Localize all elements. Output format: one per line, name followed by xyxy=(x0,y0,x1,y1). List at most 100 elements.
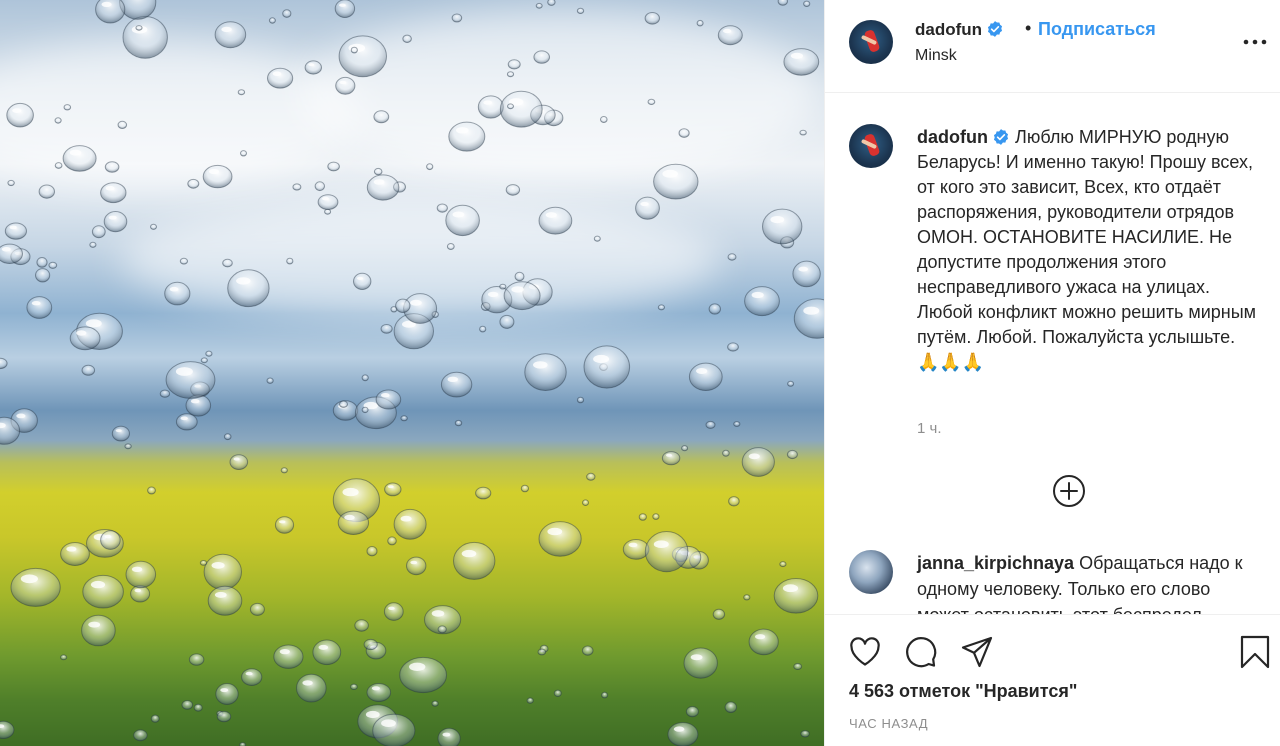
raindrop-highlight xyxy=(447,376,459,382)
commenter-avatar[interactable] xyxy=(849,550,893,594)
raindrop xyxy=(150,714,160,723)
raindrop xyxy=(395,298,411,313)
raindrop-highlight xyxy=(628,542,638,548)
raindrop xyxy=(304,60,322,75)
raindrop-highlight xyxy=(381,719,396,727)
plus-circle-icon[interactable] xyxy=(1051,473,1087,509)
raindrop-highlight xyxy=(12,108,22,113)
raindrop-highlight xyxy=(487,291,499,298)
raindrop-highlight xyxy=(344,514,355,521)
raindrop xyxy=(728,496,740,507)
raindrop xyxy=(159,389,171,398)
raindrop xyxy=(274,516,295,534)
raindrop xyxy=(499,283,507,290)
raindrop-highlight xyxy=(105,185,115,191)
raindrop xyxy=(708,303,721,315)
raindrop xyxy=(0,720,15,739)
raindrop-highlight xyxy=(461,549,477,558)
heart-icon[interactable] xyxy=(847,634,883,670)
raindrop-highlight xyxy=(115,429,122,433)
bookmark-icon[interactable] xyxy=(1237,634,1273,670)
raindrop xyxy=(82,574,124,609)
raindrop-highlight xyxy=(456,127,469,134)
raindrop-highlight xyxy=(653,540,669,548)
raindrop-highlight xyxy=(371,686,380,691)
share-icon[interactable] xyxy=(959,634,995,670)
raindrop-highlight xyxy=(236,277,251,285)
caption-username[interactable]: dadofun xyxy=(917,127,988,147)
raindrop xyxy=(793,663,803,670)
raindrop xyxy=(200,357,208,364)
raindrop xyxy=(188,653,205,666)
raindrop-highlight xyxy=(279,649,290,655)
raindrop xyxy=(601,691,609,699)
follow-button[interactable]: Подписаться xyxy=(1038,19,1156,40)
posted-time[interactable]: ЧАС НАЗАД xyxy=(849,716,928,731)
raindrop xyxy=(268,17,276,24)
raindrop xyxy=(524,353,567,392)
raindrop xyxy=(792,260,821,288)
raindrop-highlight xyxy=(85,319,102,328)
raindrop xyxy=(4,222,27,240)
raindrop-highlight xyxy=(666,453,672,457)
raindrop xyxy=(314,181,325,192)
raindrop xyxy=(454,419,463,427)
post-photo[interactable] xyxy=(0,0,824,746)
raindrop xyxy=(187,178,200,189)
raindrop xyxy=(89,241,97,248)
raindrop xyxy=(35,268,51,283)
raindrop xyxy=(117,120,128,130)
raindrop xyxy=(133,729,148,742)
raindrop xyxy=(203,553,243,591)
raindrop xyxy=(296,673,327,703)
comment-icon[interactable] xyxy=(903,634,939,670)
raindrop xyxy=(215,683,239,705)
raindrop-highlight xyxy=(211,562,225,569)
raindrop xyxy=(60,542,90,566)
raindrop-highlight xyxy=(790,52,804,59)
raindrop xyxy=(678,128,690,138)
raindrop xyxy=(266,377,274,384)
raindrop xyxy=(724,701,737,714)
raindrop-highlight xyxy=(696,368,708,374)
comment-username[interactable]: janna_kirpichnaya xyxy=(917,553,1074,573)
caption-time[interactable]: 1 ч. xyxy=(917,420,942,437)
raindrop xyxy=(583,345,631,389)
raindrop xyxy=(799,129,807,136)
raindrop-highlight xyxy=(279,520,286,524)
raindrop-highlight xyxy=(322,196,329,201)
raindrop xyxy=(193,703,203,712)
raindrop-highlight xyxy=(134,588,142,593)
raindrop xyxy=(705,420,716,429)
raindrop xyxy=(48,261,58,269)
raindrop xyxy=(380,324,393,334)
raindrop xyxy=(81,614,116,647)
raindrop-highlight xyxy=(339,80,347,85)
raindrop-highlight xyxy=(180,416,188,421)
raindrop xyxy=(334,0,356,18)
post-location[interactable]: Minsk xyxy=(915,47,957,65)
raindrop-highlight xyxy=(169,286,179,292)
raindrop xyxy=(103,211,128,233)
likes-count[interactable]: 4 563 отметок "Нравится" xyxy=(849,681,1077,702)
comments-area[interactable]: dadofun Люблю МИРНУЮ родную Беларусь! И … xyxy=(825,94,1280,614)
author-username[interactable]: dadofun xyxy=(915,20,982,39)
more-options-icon[interactable] xyxy=(1241,30,1269,54)
raindrop xyxy=(0,243,23,264)
raindrop xyxy=(688,362,723,391)
raindrop xyxy=(653,163,699,200)
raindrop xyxy=(361,406,369,414)
author-avatar[interactable] xyxy=(849,20,893,64)
comment-item: janna_kirpichnaya Обращаться надо к одно… xyxy=(917,550,1267,614)
caption-author-avatar[interactable] xyxy=(849,124,893,168)
raindrop xyxy=(125,560,157,589)
raindrop-highlight xyxy=(431,610,445,617)
raindrop xyxy=(514,271,525,282)
raindrop xyxy=(451,13,463,23)
raindrop xyxy=(600,116,608,123)
raindrop xyxy=(150,223,157,230)
raindrop-highlight xyxy=(108,215,117,220)
raindrop-highlight xyxy=(214,591,227,598)
raindrop xyxy=(696,19,704,27)
raindrop xyxy=(366,683,392,702)
